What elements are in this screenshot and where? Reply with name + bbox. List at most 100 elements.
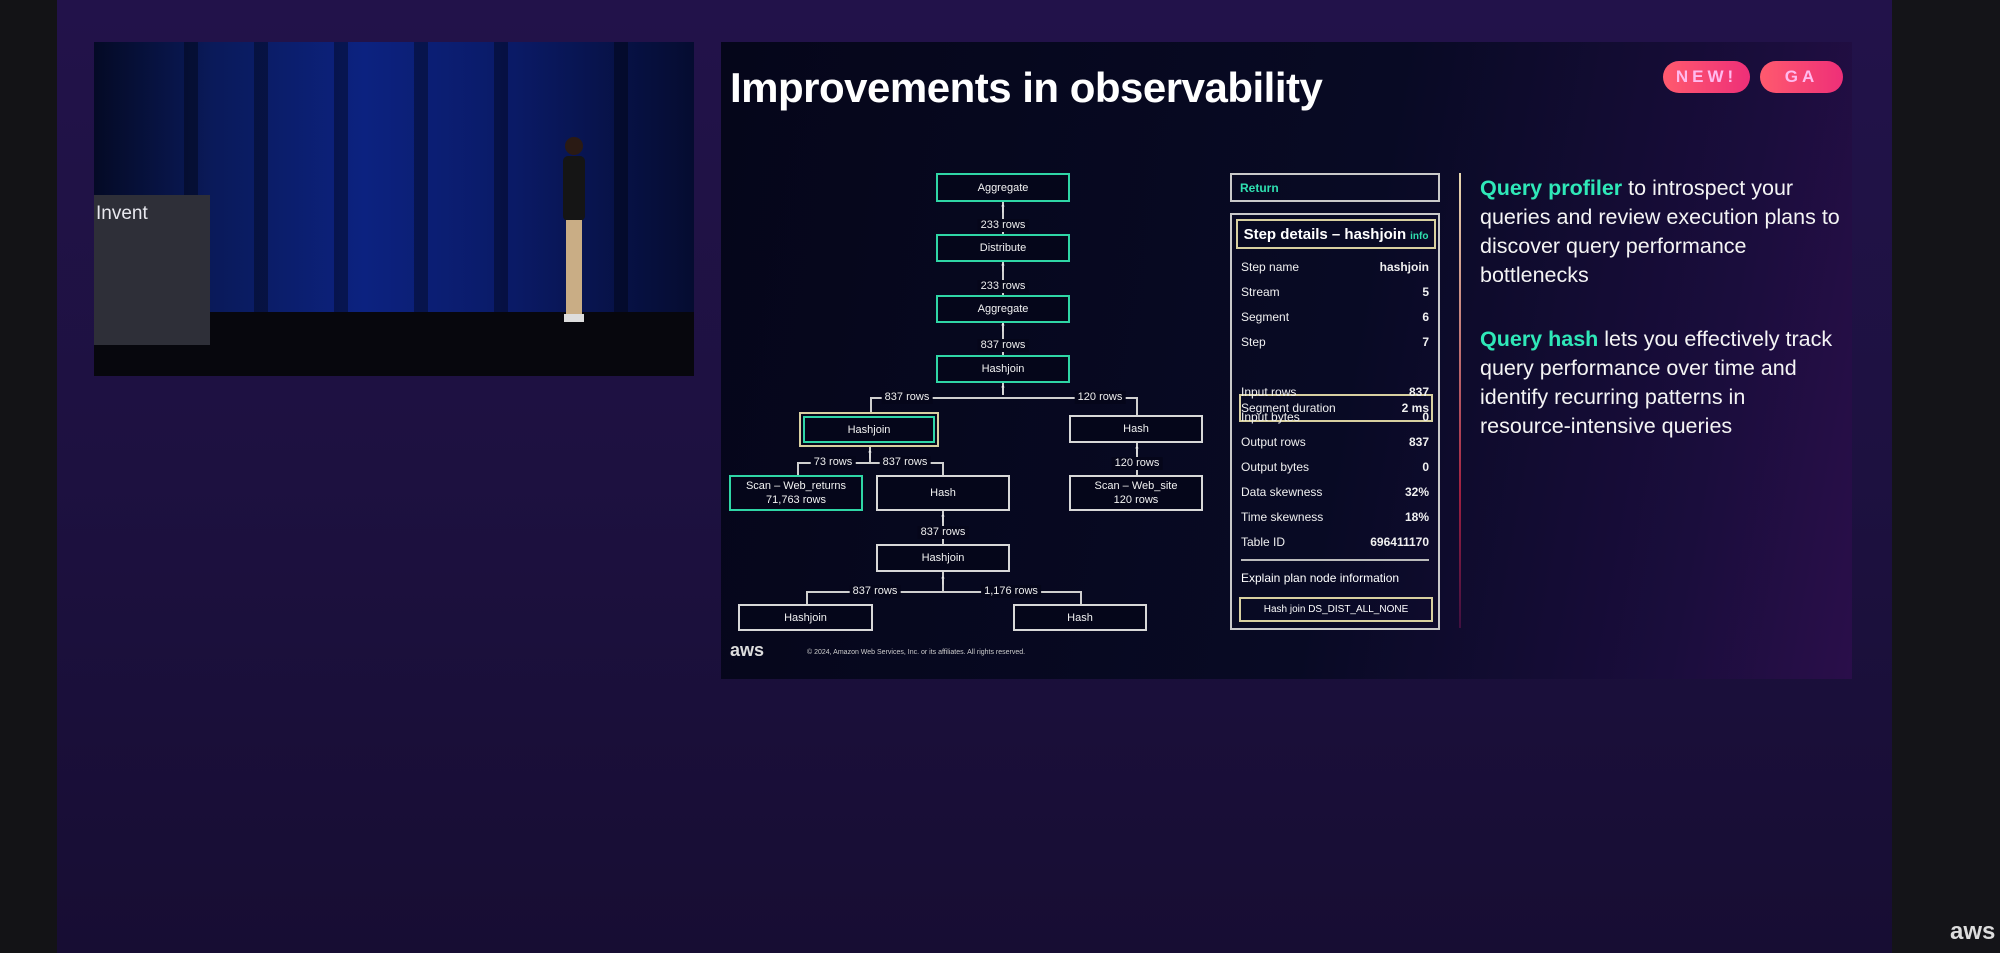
edge-label: 837 rows <box>849 585 901 598</box>
node-label: Hashjoin <box>784 611 827 624</box>
node-label: Hash <box>1123 423 1149 435</box>
detail-value: 7 <box>1422 335 1429 349</box>
presentation-slide: Improvements in observability NEW! GA ↑ … <box>721 42 1852 679</box>
connector <box>806 591 808 604</box>
detail-label: Data skewness <box>1241 485 1323 499</box>
step-details-title: Step details – hashjoin <box>1243 225 1407 243</box>
detail-row: Segment 6 <box>1241 307 1429 327</box>
detail-value: hashjoin <box>1379 260 1429 274</box>
bullet-query-hash: Query hash lets you effectively track qu… <box>1480 325 1840 441</box>
arrow-up-icon: ↑ <box>939 509 947 525</box>
detail-label: Input bytes <box>1241 410 1300 424</box>
connector <box>942 462 944 475</box>
node-label: Scan – Web_site <box>1094 480 1178 492</box>
connector <box>797 462 799 475</box>
detail-row: Data skewness 32% <box>1241 482 1429 502</box>
edge-label: 233 rows <box>977 219 1029 232</box>
plan-node-hash[interactable]: Hash <box>1069 415 1203 443</box>
detail-row: Output bytes 0 <box>1241 457 1429 477</box>
step-details-header: Step details – hashjoin info <box>1236 219 1436 249</box>
node-label: Aggregate <box>977 181 1029 194</box>
plan-node-scan-web-site[interactable]: Scan – Web_site 120 rows <box>1069 475 1203 511</box>
divider-line <box>1459 173 1461 628</box>
info-link[interactable]: info <box>1410 231 1428 242</box>
detail-label: Step <box>1241 335 1266 349</box>
node-rows: 120 rows <box>1113 494 1159 506</box>
presenter-figure <box>563 137 585 322</box>
edge-label: 233 rows <box>977 280 1029 293</box>
copyright-text: © 2024, Amazon Web Services, Inc. or its… <box>807 649 1026 656</box>
edge-label: 120 rows <box>1074 391 1126 404</box>
ga-badge: GA <box>1760 61 1843 93</box>
bullet-highlight: Query hash <box>1480 327 1599 351</box>
node-label: Hashjoin <box>921 552 965 564</box>
detail-row: Step 7 <box>1241 332 1429 352</box>
plan-node-hashjoin[interactable]: Hashjoin <box>936 355 1070 383</box>
detail-value: 837 <box>1408 385 1429 399</box>
detail-label: Table ID <box>1241 535 1286 549</box>
arrow-up-icon: ↑ <box>866 445 874 461</box>
aws-corner-logo: aws <box>1950 918 1996 945</box>
detail-row: Output rows 837 <box>1241 432 1429 452</box>
aws-logo: aws <box>730 640 765 660</box>
speaker-video: Invent <box>94 42 694 376</box>
detail-value: 32% <box>1404 485 1429 499</box>
edge-label: 837 rows <box>917 526 969 539</box>
new-badge: NEW! <box>1663 61 1750 93</box>
detail-value: 696411170 <box>1370 535 1429 549</box>
detail-label: Stream <box>1241 285 1280 299</box>
connector <box>1136 397 1138 415</box>
edge-label: 73 rows <box>810 456 856 469</box>
detail-label: Output rows <box>1241 435 1306 449</box>
plan-node-hash[interactable]: Hash <box>1013 604 1147 631</box>
return-button[interactable]: Return <box>1230 173 1440 202</box>
node-label: Scan – Web_returns <box>745 480 847 492</box>
plan-node-aggregate[interactable]: Aggregate <box>936 295 1070 323</box>
right-letterbox <box>1892 0 2000 953</box>
detail-label: Input rows <box>1241 385 1297 399</box>
detail-row: Input bytes 0 <box>1241 407 1429 427</box>
arrow-up-icon: ↑ <box>999 199 1007 215</box>
arrow-up-icon: ↑ <box>999 380 1007 396</box>
plan-node-aggregate[interactable]: Aggregate <box>936 173 1070 202</box>
arrow-up-icon: ↑ <box>1133 441 1141 457</box>
node-label: Hash <box>930 487 956 499</box>
bullet-highlight: Query profiler <box>1480 176 1623 200</box>
plan-node-hashjoin-selected[interactable]: Hashjoin <box>799 412 939 447</box>
detail-row: Stream 5 <box>1241 282 1429 302</box>
plan-node-hash[interactable]: Hash <box>876 475 1010 511</box>
detail-value: 0 <box>1422 410 1429 424</box>
edge-label: 837 rows <box>977 339 1029 352</box>
invent-sign: Invent <box>94 195 210 345</box>
node-label: Hash <box>1067 611 1093 624</box>
explain-label: Explain plan node information <box>1241 571 1400 585</box>
plan-node-hashjoin[interactable]: Hashjoin <box>876 544 1010 572</box>
left-letterbox <box>0 0 57 953</box>
detail-value: 837 <box>1408 435 1429 449</box>
edge-label: 837 rows <box>879 456 931 469</box>
bullet-query-profiler: Query profiler to introspect your querie… <box>1480 174 1840 290</box>
detail-label: Step name <box>1241 260 1300 274</box>
edge-label: 837 rows <box>881 391 933 404</box>
plan-node-distribute[interactable]: Distribute <box>936 234 1070 262</box>
explain-value: Hash join DS_DIST_ALL_NONE <box>1239 597 1433 622</box>
detail-label: Segment <box>1241 310 1290 324</box>
edge-label: 1,176 rows <box>981 585 1041 598</box>
detail-label: Output bytes <box>1241 460 1310 474</box>
node-rows: 71,763 rows <box>766 494 826 506</box>
detail-value: 0 <box>1422 460 1429 474</box>
detail-row: Time skewness 18% <box>1241 507 1429 527</box>
node-label: Hashjoin <box>803 416 935 443</box>
detail-label: Time skewness <box>1241 510 1324 524</box>
detail-value: 18% <box>1404 510 1429 524</box>
divider <box>1241 559 1429 561</box>
detail-row: Input rows 837 <box>1241 382 1429 402</box>
detail-row: Step name hashjoin <box>1241 257 1429 277</box>
plan-node-scan-web-returns[interactable]: Scan – Web_returns 71,763 rows <box>729 475 863 511</box>
detail-value: 5 <box>1422 285 1429 299</box>
node-label: Distribute <box>979 242 1027 254</box>
plan-node-hashjoin[interactable]: Hashjoin <box>738 604 873 631</box>
node-label: Aggregate <box>977 303 1029 315</box>
arrow-up-icon: ↑ <box>939 571 947 587</box>
node-label: Hashjoin <box>981 363 1025 375</box>
